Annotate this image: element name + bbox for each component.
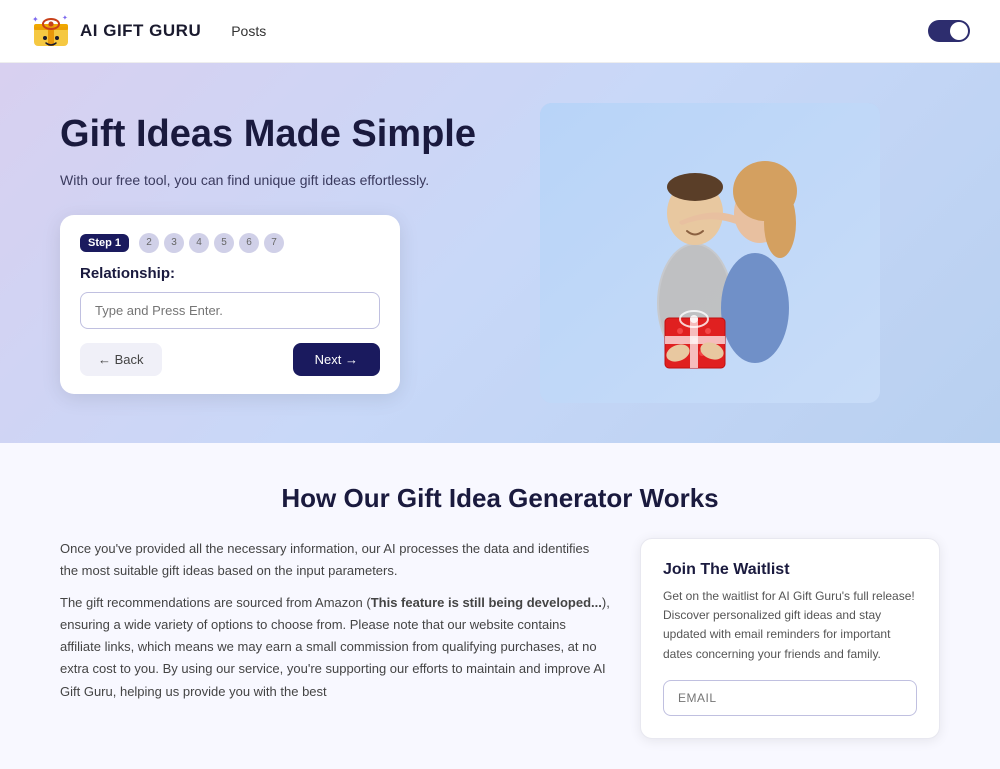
svg-text:✦: ✦ bbox=[32, 15, 39, 24]
how-paragraph-1: Once you've provided all the necessary i… bbox=[60, 538, 610, 582]
hero-section: Gift Ideas Made Simple With our free too… bbox=[0, 63, 1000, 443]
next-button[interactable]: Next → bbox=[293, 343, 380, 376]
step-dot-3: 3 bbox=[164, 233, 184, 253]
step-row: Step 1 2 3 4 5 6 7 bbox=[80, 233, 380, 253]
how-paragraph-2-bold: This feature is still being developed... bbox=[371, 595, 602, 610]
how-paragraph-2-end: ), ensuring a wide variety of options to… bbox=[60, 595, 610, 698]
how-section: How Our Gift Idea Generator Works Once y… bbox=[0, 443, 1000, 769]
step-badge: Step 1 bbox=[80, 234, 129, 252]
hero-content: Gift Ideas Made Simple With our free too… bbox=[60, 112, 480, 394]
hero-subtitle: With our free tool, you can find unique … bbox=[60, 170, 480, 191]
navbar: ✦ ✦ AI GIFT GURU Posts bbox=[0, 0, 1000, 63]
posts-link[interactable]: Posts bbox=[231, 23, 266, 39]
step-dot-4: 4 bbox=[189, 233, 209, 253]
hero-title: Gift Ideas Made Simple bbox=[60, 112, 480, 158]
how-paragraph-2: The gift recommendations are sourced fro… bbox=[60, 592, 610, 702]
how-content: Once you've provided all the necessary i… bbox=[60, 538, 940, 739]
relationship-label: Relationship: bbox=[80, 265, 380, 282]
waitlist-card: Join The Waitlist Get on the waitlist fo… bbox=[640, 538, 940, 739]
dark-mode-toggle[interactable] bbox=[928, 20, 970, 42]
email-input[interactable] bbox=[663, 680, 917, 716]
step-dot-5: 5 bbox=[214, 233, 234, 253]
gift-form-card: Step 1 2 3 4 5 6 7 Relationship: ← Back … bbox=[60, 215, 400, 394]
hero-image bbox=[540, 103, 880, 403]
logo-icon: ✦ ✦ bbox=[30, 10, 72, 52]
hero-image-area bbox=[480, 103, 940, 403]
waitlist-description: Get on the waitlist for AI Gift Guru's f… bbox=[663, 587, 917, 664]
card-buttons: ← Back Next → bbox=[80, 343, 380, 376]
how-paragraph-2-start: The gift recommendations are sourced fro… bbox=[60, 595, 371, 610]
back-button[interactable]: ← Back bbox=[80, 343, 162, 376]
step-dot-2: 2 bbox=[139, 233, 159, 253]
waitlist-title: Join The Waitlist bbox=[663, 561, 917, 579]
step-dots: 2 3 4 5 6 7 bbox=[139, 233, 284, 253]
step-dot-7: 7 bbox=[264, 233, 284, 253]
relationship-input[interactable] bbox=[80, 292, 380, 329]
toggle-knob bbox=[950, 22, 968, 40]
nav-links: Posts bbox=[231, 23, 266, 39]
how-text: Once you've provided all the necessary i… bbox=[60, 538, 610, 739]
logo[interactable]: ✦ ✦ AI GIFT GURU bbox=[30, 10, 201, 52]
step-dot-6: 6 bbox=[239, 233, 259, 253]
logo-text: AI GIFT GURU bbox=[80, 21, 201, 41]
svg-text:✦: ✦ bbox=[62, 14, 68, 22]
couple-illustration bbox=[540, 103, 880, 403]
how-title: How Our Gift Idea Generator Works bbox=[60, 483, 940, 514]
